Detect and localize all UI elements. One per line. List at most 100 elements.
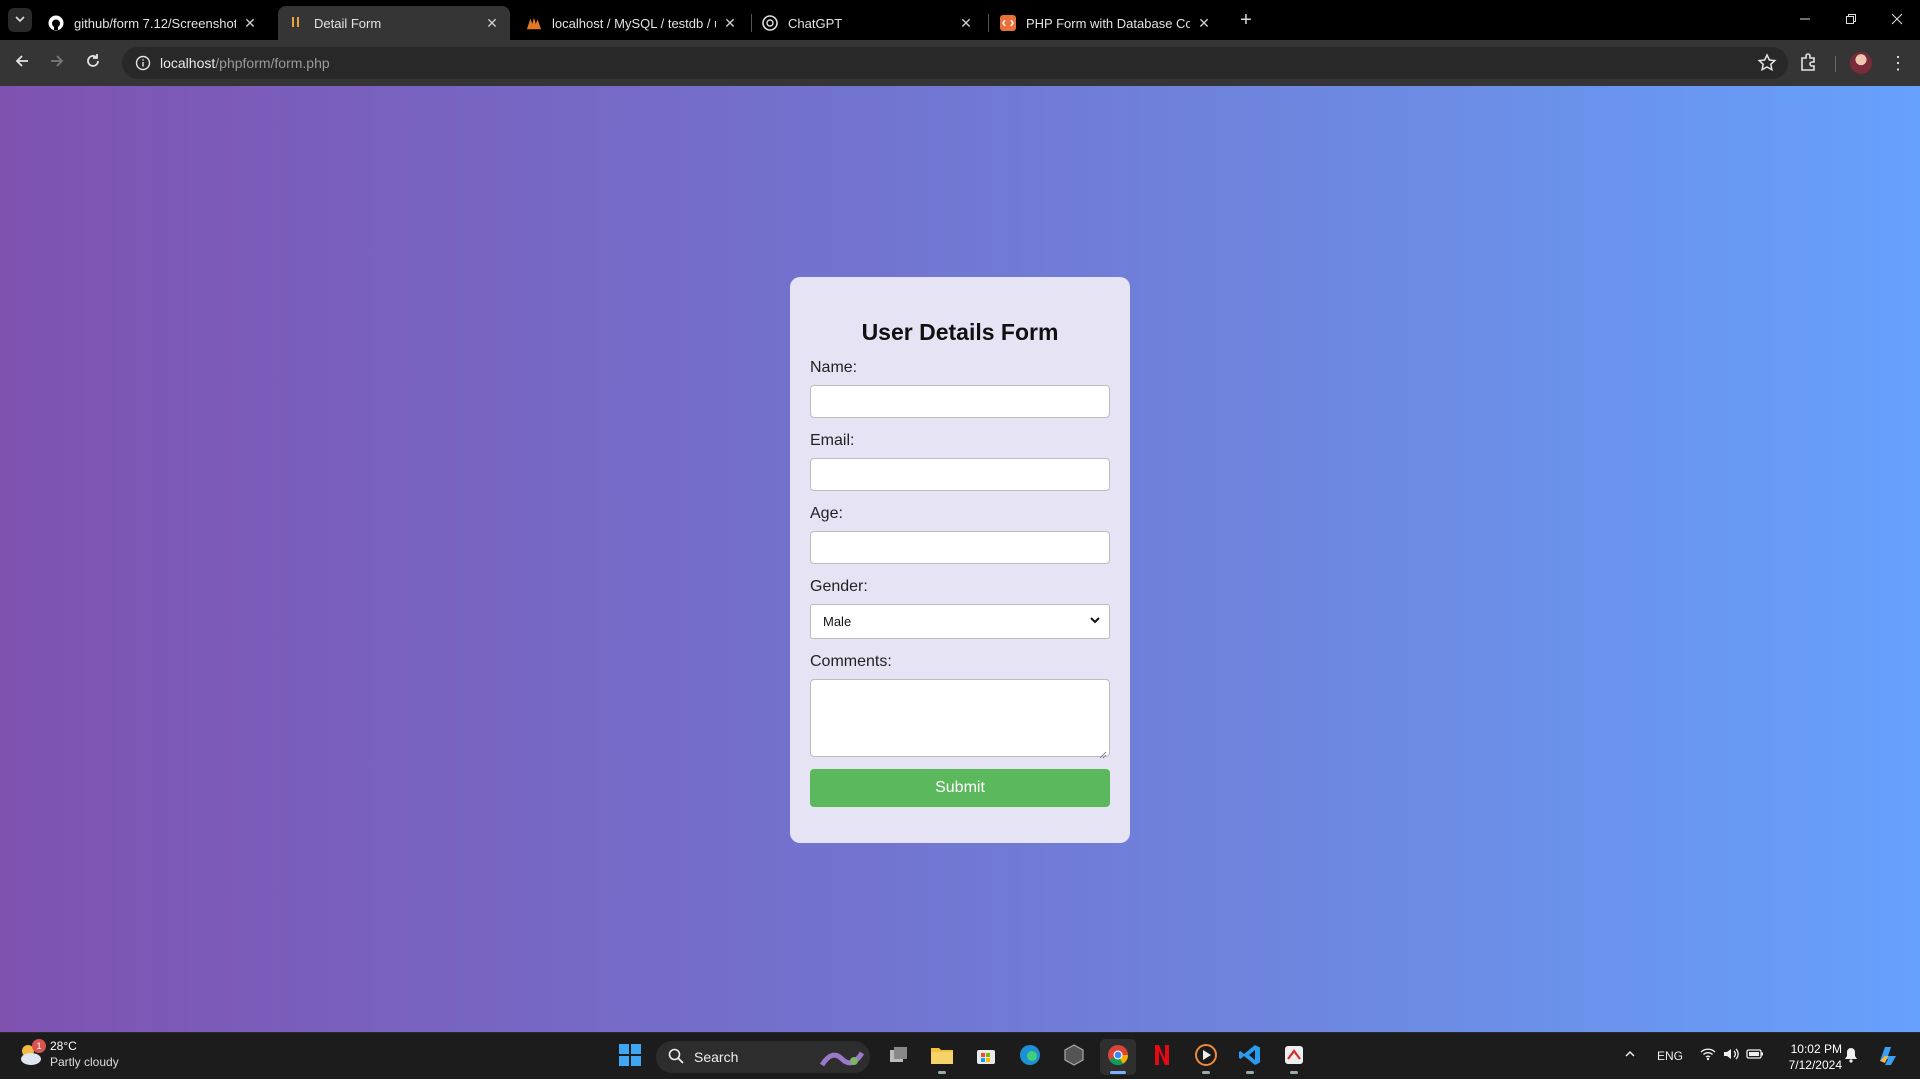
github-icon	[48, 15, 64, 31]
minimize-button[interactable]	[1790, 8, 1820, 32]
close-icon[interactable]: ✕	[958, 15, 974, 32]
running-indicator	[1202, 1071, 1210, 1074]
extensions-icon[interactable]	[1796, 51, 1820, 75]
snipping-tool-icon	[1283, 1044, 1305, 1071]
browser-menu-button[interactable]: ⋮	[1888, 51, 1908, 75]
task-view-button[interactable]	[880, 1039, 916, 1075]
comments-label: Comments:	[810, 653, 892, 670]
edge-icon	[1019, 1044, 1041, 1071]
tab-search-button[interactable]	[8, 8, 32, 32]
address-bar[interactable]: localhost/phpform/form.php	[122, 47, 1788, 79]
tab-title: github/form 7.12/Screenshot 20	[74, 15, 236, 31]
site-info-icon[interactable]	[128, 55, 158, 71]
search-placeholder: Search	[694, 1049, 739, 1065]
url-host: localhost	[160, 55, 216, 71]
tab-chatgpt[interactable]: ChatGPT ✕	[752, 6, 984, 40]
taskbar-search[interactable]: Search	[656, 1041, 870, 1073]
edge-button[interactable]	[1012, 1039, 1048, 1075]
browser-toolbar: localhost/phpform/form.php ⋮	[0, 40, 1920, 86]
language-indicator[interactable]: ENG	[1657, 1049, 1683, 1063]
close-window-button[interactable]	[1882, 8, 1912, 32]
comments-textarea[interactable]	[810, 679, 1110, 759]
snipping-tool-button[interactable]	[1276, 1039, 1312, 1075]
tab-title: ChatGPT	[788, 15, 843, 31]
netflix-icon	[1154, 1044, 1170, 1071]
chevron-down-icon	[1089, 614, 1101, 629]
age-label: Age:	[810, 505, 843, 522]
minimize-icon	[1799, 12, 1811, 28]
running-indicator	[1246, 1071, 1254, 1074]
chrome-button[interactable]	[1100, 1039, 1136, 1075]
page-icon	[288, 15, 304, 31]
running-indicator	[1110, 1071, 1126, 1074]
vscode-icon	[1239, 1044, 1261, 1071]
file-explorer-button[interactable]	[924, 1039, 960, 1075]
user-details-form: User Details Form Name: Email: Age: Gend…	[790, 277, 1130, 843]
gender-label: Gender:	[810, 578, 868, 595]
netflix-button[interactable]	[1144, 1039, 1180, 1075]
close-icon[interactable]: ✕	[1196, 15, 1212, 32]
email-input[interactable]	[810, 458, 1110, 491]
tab-title: localhost / MySQL / testdb / us	[552, 15, 716, 31]
close-icon[interactable]: ✕	[722, 15, 738, 32]
tab-separator	[988, 14, 989, 32]
app-button[interactable]	[1056, 1039, 1092, 1075]
windows-taskbar: 1 28°C Partly cloudy Search ENG 10:02 PM…	[0, 1032, 1920, 1079]
restore-icon	[1845, 12, 1857, 28]
back-button[interactable]	[9, 50, 35, 76]
new-tab-button[interactable]: +	[1234, 8, 1258, 32]
weather-widget[interactable]: 1 28°C Partly cloudy	[16, 1038, 119, 1070]
clock-time: 10:02 PM	[1790, 1042, 1842, 1056]
tab-phpmyadmin[interactable]: localhost / MySQL / testdb / us ✕	[516, 6, 748, 40]
gender-selected-value: Male	[823, 614, 852, 629]
running-indicator	[938, 1071, 946, 1074]
chevron-up-icon[interactable]	[1623, 1047, 1637, 1064]
notification-bell-icon[interactable]	[1844, 1047, 1858, 1066]
code-icon	[1000, 15, 1016, 31]
chatgpt-icon	[762, 15, 778, 31]
volume-icon[interactable]	[1723, 1047, 1739, 1064]
tab-title: Detail Form	[314, 15, 382, 31]
name-label: Name:	[810, 359, 858, 376]
reload-button[interactable]	[80, 50, 106, 76]
windows-logo-icon	[619, 1043, 641, 1071]
vscode-button[interactable]	[1232, 1039, 1268, 1075]
bookmark-star-icon[interactable]	[1756, 52, 1778, 74]
store-button[interactable]	[968, 1039, 1004, 1075]
url-text[interactable]: localhost/phpform/form.php	[160, 55, 330, 71]
name-input[interactable]	[810, 385, 1110, 418]
clock-date: 7/12/2024	[1788, 1058, 1842, 1072]
system-clock[interactable]: 10:02 PM 7/12/2024	[1780, 1041, 1842, 1073]
tab-detail-form[interactable]: Detail Form ✕	[278, 6, 510, 40]
restore-button[interactable]	[1836, 8, 1866, 32]
search-icon	[668, 1048, 684, 1067]
copilot-icon[interactable]	[1876, 1043, 1900, 1070]
profile-avatar[interactable]	[1850, 52, 1872, 74]
phpmyadmin-icon	[526, 15, 542, 31]
store-icon	[975, 1044, 997, 1071]
age-input[interactable]	[810, 531, 1110, 564]
tab-title: PHP Form with Database Conne	[1026, 15, 1190, 31]
resize-handle-icon[interactable]	[1099, 746, 1107, 759]
close-icon[interactable]: ✕	[484, 15, 500, 32]
form-title: User Details Form	[861, 319, 1059, 345]
weather-badge: 1	[32, 1039, 46, 1053]
submit-button[interactable]: Submit	[810, 769, 1110, 807]
page-viewport: User Details Form Name: Email: Age: Gend…	[0, 86, 1920, 1032]
partly-cloudy-icon: 1	[16, 1039, 46, 1069]
close-icon	[1891, 12, 1903, 28]
toolbar-divider	[1835, 56, 1836, 72]
media-player-button[interactable]	[1188, 1039, 1224, 1075]
tab-github[interactable]: github/form 7.12/Screenshot 20 ✕	[38, 6, 268, 40]
forward-button[interactable]	[44, 50, 70, 76]
gender-select[interactable]: Male	[810, 604, 1110, 639]
running-indicator	[1290, 1071, 1298, 1074]
tab-php-form-db[interactable]: PHP Form with Database Conne ✕	[990, 6, 1222, 40]
url-path: /phpform/form.php	[215, 55, 330, 71]
battery-icon[interactable]	[1746, 1048, 1764, 1063]
start-button[interactable]	[612, 1039, 648, 1075]
arrow-right-icon	[49, 53, 65, 74]
weather-temperature: 28°C	[50, 1039, 77, 1053]
close-icon[interactable]: ✕	[242, 15, 258, 32]
wifi-icon[interactable]	[1700, 1047, 1716, 1064]
